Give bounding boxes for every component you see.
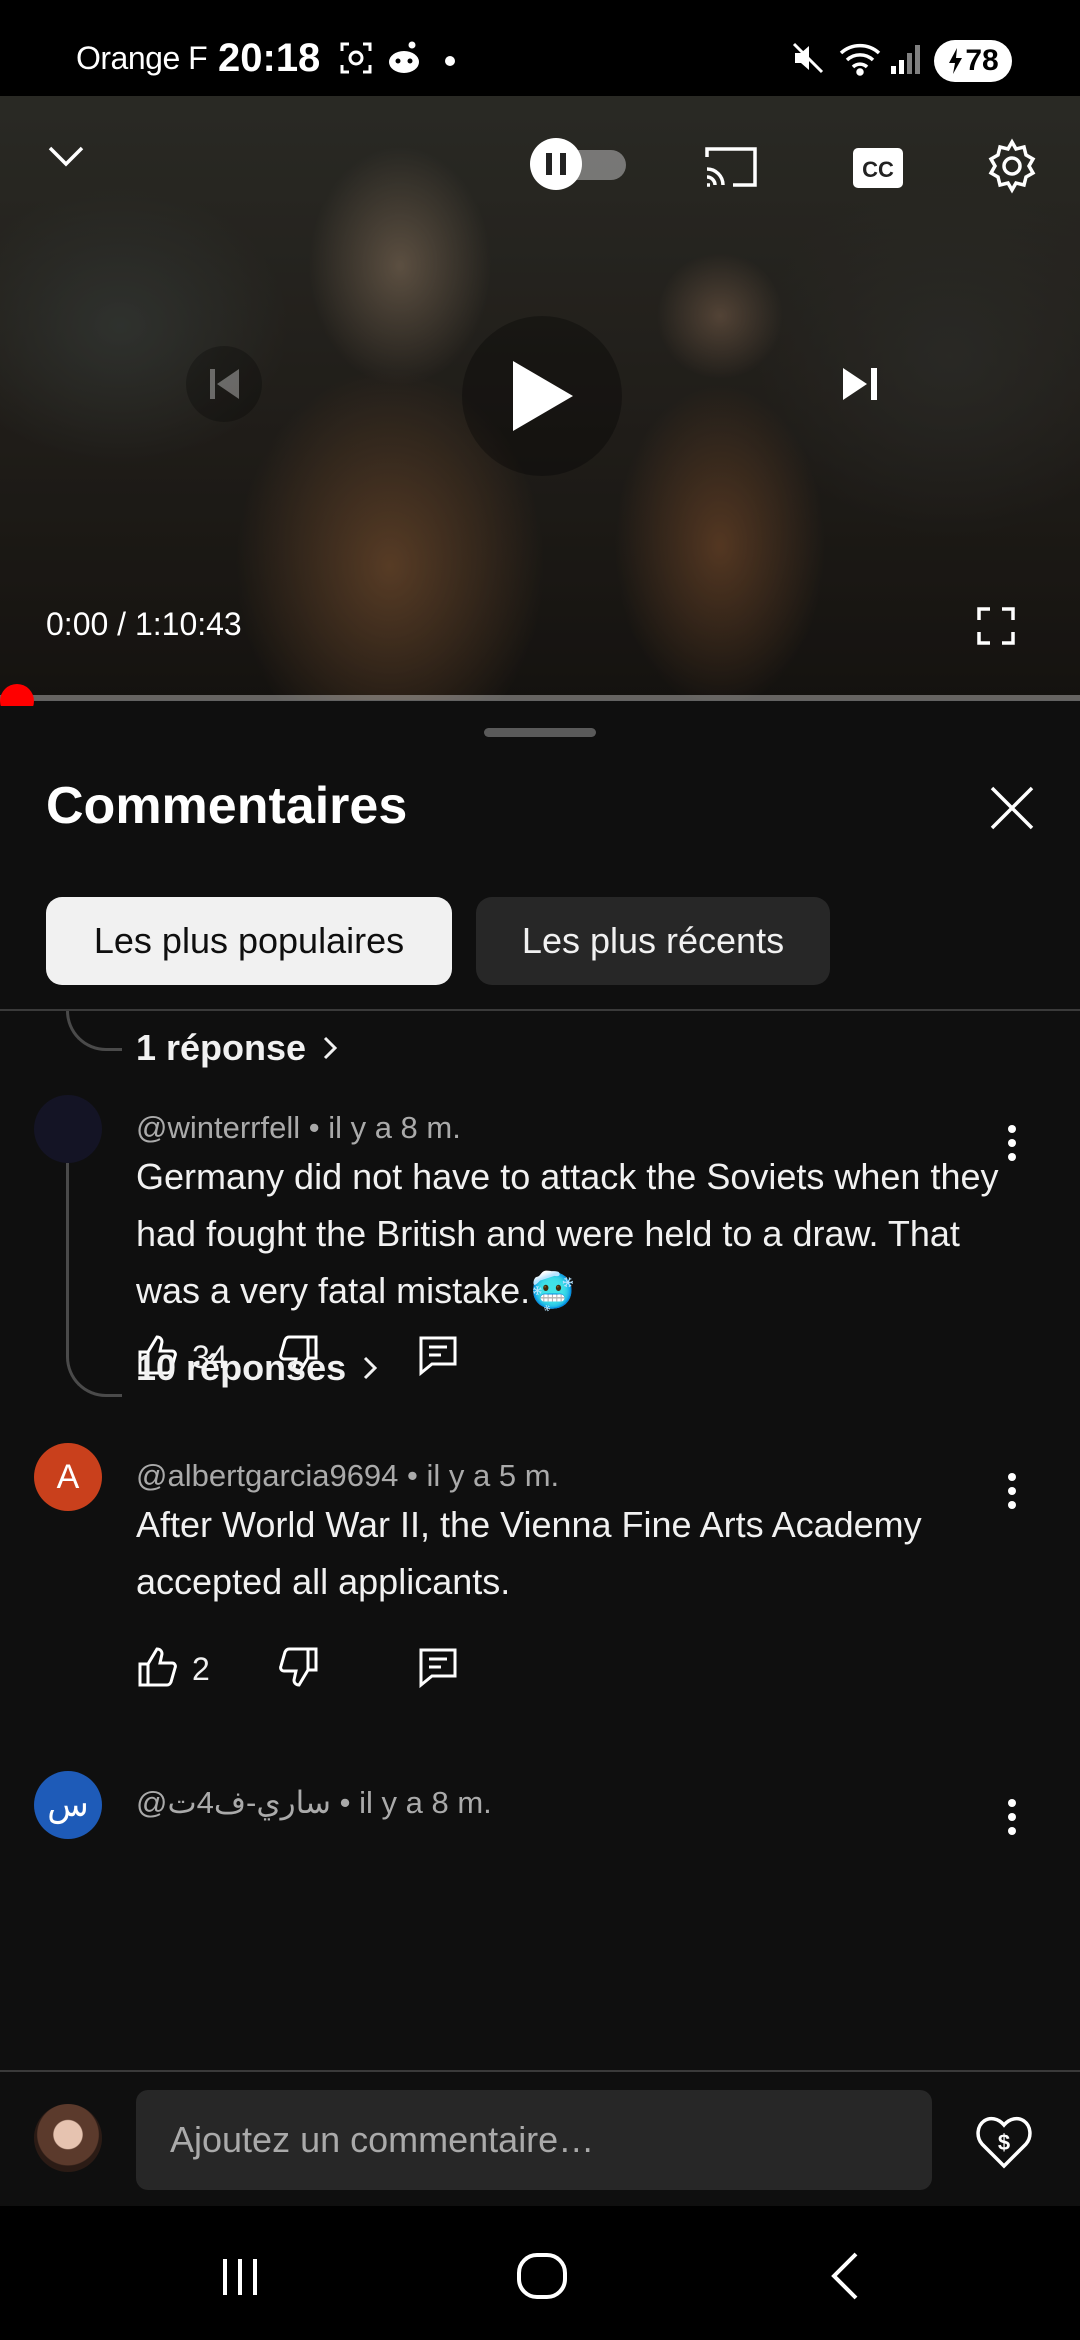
avatar[interactable]: A (34, 1443, 102, 1511)
screenshot-icon (338, 40, 374, 81)
battery-level: 78 (965, 44, 999, 77)
thumbs-up-icon (138, 1646, 177, 1686)
sort-newest-chip[interactable]: Les plus récents (476, 897, 830, 985)
replies-button[interactable]: 1 réponse (136, 1027, 338, 1069)
mute-icon (790, 40, 826, 81)
recent-apps-icon (223, 2259, 257, 2295)
autoplay-pause-icon (530, 138, 626, 190)
thread-connector (66, 1163, 122, 1397)
cc-icon: CC (853, 148, 903, 188)
avatar[interactable] (34, 1095, 102, 1163)
chevron-down-icon (48, 146, 84, 167)
status-bar: Orange F 20:18 78 (0, 0, 1080, 96)
signal-icon (888, 40, 924, 81)
super-thanks-button[interactable]: $ (974, 2112, 1034, 2172)
system-navigation-bar (0, 2206, 1080, 2340)
panel-title: Commentaires (46, 777, 408, 835)
thumbs-down-icon (279, 1647, 318, 1687)
minimize-button[interactable] (40, 136, 92, 176)
captions-button[interactable]: CC (852, 146, 904, 190)
back-button[interactable] (806, 2236, 886, 2316)
like-button[interactable] (136, 1645, 180, 1694)
svg-text:$: $ (998, 2130, 1010, 2155)
comment-text: Germany did not have to attack the Sovie… (136, 1156, 999, 1311)
charging-icon (949, 48, 963, 74)
fullscreen-icon (977, 607, 1015, 645)
previous-button[interactable] (186, 346, 262, 422)
recent-apps-button[interactable] (200, 2236, 280, 2316)
chevron-right-icon (324, 1036, 338, 1060)
home-icon (517, 2253, 567, 2299)
replies-label: 10 réponses (136, 1347, 347, 1388)
comment-input[interactable]: Ajoutez un commentaire… (136, 2090, 932, 2190)
chevron-right-icon (364, 1356, 378, 1380)
thread-connector (66, 1011, 122, 1051)
close-icon (990, 786, 1034, 830)
comment-input-placeholder: Ajoutez un commentaire… (170, 2119, 595, 2160)
video-player[interactable]: CC 0:00 / 1:10:43 (0, 96, 1080, 700)
settings-button[interactable] (984, 138, 1040, 194)
comments-list[interactable]: 1 réponse @winterrfell • il y a 8 m. Ger… (0, 1011, 1080, 2070)
progress-bar[interactable] (0, 695, 1080, 701)
comment-meta: @ساري-ف4ت • il y a 8 m. (136, 1785, 492, 1820)
reply-button[interactable] (416, 1333, 460, 1382)
gear-icon (988, 138, 1036, 194)
comments-panel: Commentaires Les plus populaires Les plu… (0, 706, 1080, 2070)
drag-handle[interactable] (484, 728, 596, 737)
more-options-button[interactable] (1000, 1795, 1024, 1839)
status-clock: 20:18 (218, 36, 321, 80)
kebab-menu-icon (1008, 1799, 1016, 1835)
notification-dot-icon (444, 54, 456, 72)
next-button[interactable] (822, 346, 898, 422)
skip-previous-icon (210, 369, 239, 399)
reply-button[interactable] (416, 1645, 460, 1694)
replies-button[interactable]: 10 réponses (136, 1347, 378, 1389)
wifi-icon (838, 40, 882, 81)
user-avatar[interactable] (34, 2104, 102, 2172)
avatar-letter: س (47, 1786, 89, 1824)
comment-meta: @winterrfell • il y a 8 m. (136, 1110, 461, 1145)
sort-top-chip[interactable]: Les plus populaires (46, 897, 452, 985)
comment-actions: 2 (136, 1644, 460, 1694)
comment-text: After World War II, the Vienna Fine Arts… (136, 1504, 922, 1602)
skip-next-icon (843, 368, 877, 400)
back-icon (831, 2252, 858, 2300)
carrier-label: Orange F (76, 40, 208, 76)
play-icon (513, 361, 573, 431)
heart-dollar-icon: $ (976, 2116, 1032, 2169)
cast-icon (705, 147, 757, 187)
cast-button[interactable] (700, 142, 762, 192)
dislike-button[interactable] (276, 1645, 320, 1694)
reply-icon (419, 1648, 457, 1688)
reddit-icon (384, 40, 424, 81)
home-button[interactable] (502, 2236, 582, 2316)
like-count: 2 (192, 1650, 210, 1687)
battery-indicator: 78 (934, 40, 1012, 82)
time-display: 0:00 / 1:10:43 (46, 606, 242, 642)
close-button[interactable] (986, 782, 1038, 834)
reply-icon (419, 1336, 457, 1376)
comment-composer: Ajoutez un commentaire… $ (0, 2070, 1080, 2206)
comment-meta: @albertgarcia9694 • il y a 5 m. (136, 1458, 560, 1493)
svg-text:CC: CC (862, 157, 894, 182)
play-button[interactable] (462, 316, 622, 476)
autoplay-toggle[interactable] (528, 136, 630, 192)
fullscreen-button[interactable] (972, 602, 1020, 650)
avatar[interactable]: س (34, 1771, 102, 1839)
replies-label: 1 réponse (136, 1027, 307, 1068)
avatar-letter: A (56, 1457, 80, 1496)
